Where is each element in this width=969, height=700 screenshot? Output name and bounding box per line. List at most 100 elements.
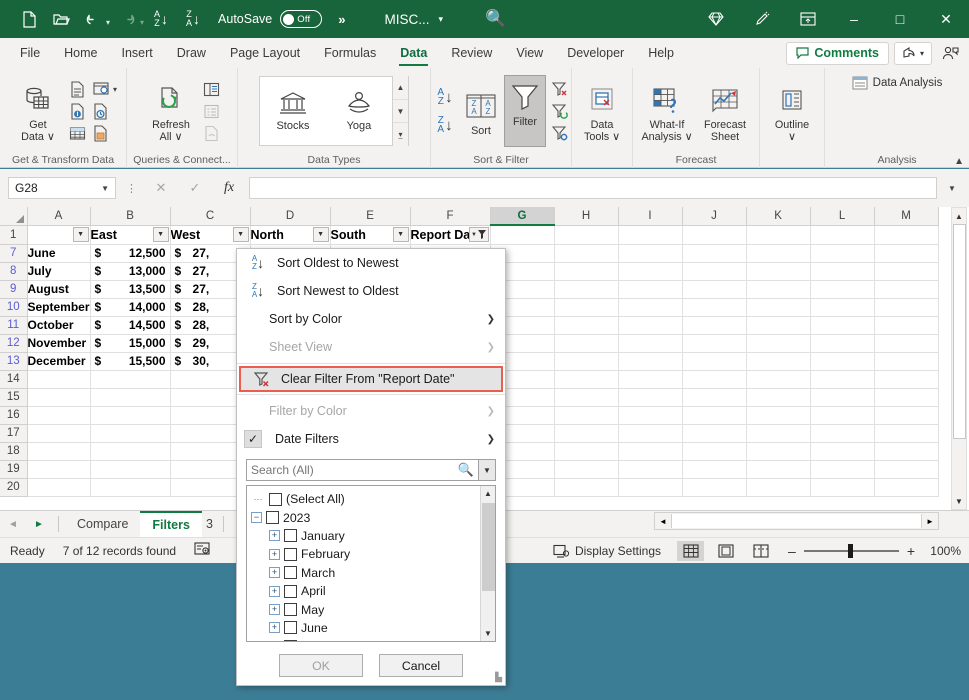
cell-m18[interactable] <box>874 442 938 460</box>
cell-k12[interactable] <box>746 334 810 352</box>
cell-j10[interactable] <box>682 298 746 316</box>
expand-formula-bar-icon[interactable]: ▼ <box>943 177 961 199</box>
cell-h17[interactable] <box>554 424 618 442</box>
tab-review[interactable]: Review <box>439 42 504 64</box>
cell-l1[interactable] <box>810 225 874 244</box>
filter-button-south[interactable]: ▼ <box>393 227 409 242</box>
search-dropdown-icon[interactable]: ▼ <box>479 459 496 481</box>
formula-input[interactable] <box>249 177 937 199</box>
tab-home[interactable]: Home <box>52 42 109 64</box>
cell-k18[interactable] <box>746 442 810 460</box>
cell-h12[interactable] <box>554 334 618 352</box>
row-header-1[interactable]: 1 <box>0 225 27 244</box>
maximize-button[interactable]: □ <box>877 0 923 38</box>
column-header-g[interactable]: G <box>490 207 554 225</box>
cell-h7[interactable] <box>554 244 618 262</box>
horizontal-scrollbar[interactable]: ◄ ► <box>654 512 939 530</box>
cell-i1[interactable] <box>618 225 682 244</box>
comments-button[interactable]: Comments <box>786 42 889 65</box>
menu-item-date-filters[interactable]: ✓ Date Filters ❯ <box>237 425 505 453</box>
cell-l9[interactable] <box>810 280 874 298</box>
zoom-in-button[interactable]: + <box>907 543 915 559</box>
row-header-9[interactable]: 9 <box>0 280 27 298</box>
cell-m12[interactable] <box>874 334 938 352</box>
cell-i9[interactable] <box>618 280 682 298</box>
cell-h19[interactable] <box>554 460 618 478</box>
cell-m16[interactable] <box>874 406 938 424</box>
from-web-icon[interactable] <box>90 79 112 100</box>
more-commands-icon[interactable]: » <box>338 12 344 27</box>
cell-l13[interactable] <box>810 352 874 370</box>
cell-j16[interactable] <box>682 406 746 424</box>
tree-item-january[interactable]: + January <box>251 527 480 545</box>
menu-item-sort-by-color[interactable]: Sort by Color ❯ <box>237 305 505 333</box>
diamond-icon[interactable] <box>693 0 739 38</box>
cell-h15[interactable] <box>554 388 618 406</box>
filter-button[interactable]: Filter <box>504 75 546 147</box>
cell-h16[interactable] <box>554 406 618 424</box>
cell-l18[interactable] <box>810 442 874 460</box>
cell-l8[interactable] <box>810 262 874 280</box>
search-input[interactable]: Search (All) 🔍 <box>246 459 479 481</box>
tab-formulas[interactable]: Formulas <box>312 42 388 64</box>
data-analysis-button[interactable]: Data Analysis <box>852 76 943 90</box>
cell-b10[interactable]: $14,000 <box>90 298 170 316</box>
insert-function-icon[interactable]: fx <box>215 177 243 199</box>
expand-expander-icon[interactable]: + <box>269 622 280 633</box>
pen-draw-icon[interactable] <box>739 0 785 38</box>
scroll-up-icon[interactable]: ▲ <box>951 208 967 224</box>
gallery-scroll-down-icon[interactable]: ▼ <box>393 100 408 124</box>
cell-m15[interactable] <box>874 388 938 406</box>
row-header-13[interactable]: 13 <box>0 352 27 370</box>
cell-k10[interactable] <box>746 298 810 316</box>
cell-a9[interactable]: August <box>27 280 90 298</box>
cell-k19[interactable] <box>746 460 810 478</box>
header-cell-report-date[interactable]: Report Da ▼ <box>410 225 490 244</box>
cell-b9[interactable]: $13,500 <box>90 280 170 298</box>
undo-dropdown-icon[interactable]: ▾ <box>106 18 110 27</box>
header-cell-north[interactable]: North ▼ <box>250 225 330 244</box>
tree-item-february[interactable]: + February <box>251 545 480 563</box>
formula-bar-drag-handle[interactable]: ⋮ <box>122 182 141 195</box>
column-header-m[interactable]: M <box>874 207 938 225</box>
sort-button[interactable]: ZAAZ Sort <box>460 85 502 137</box>
sheet-tab-compare[interactable]: Compare <box>65 511 140 537</box>
cell-b14[interactable] <box>90 370 170 388</box>
cell-a7[interactable]: June <box>27 244 90 262</box>
cell-a15[interactable] <box>27 388 90 406</box>
share-dropdown-icon[interactable]: ▾ <box>920 49 924 58</box>
cell-i20[interactable] <box>618 478 682 496</box>
new-file-icon[interactable] <box>14 5 44 33</box>
cell-m1[interactable] <box>874 225 938 244</box>
cell-j17[interactable] <box>682 424 746 442</box>
menu-item-sort-newest-oldest[interactable]: ZA↓ Sort Newest to Oldest <box>237 277 505 305</box>
cell-b13[interactable]: $15,500 <box>90 352 170 370</box>
cell-a12[interactable]: November <box>27 334 90 352</box>
cell-k13[interactable] <box>746 352 810 370</box>
cell-l11[interactable] <box>810 316 874 334</box>
tree-scrollbar[interactable]: ▲ ▼ <box>480 486 495 641</box>
cell-b7[interactable]: $12,500 <box>90 244 170 262</box>
header-cell-east[interactable]: East ▼ <box>90 225 170 244</box>
cell-h9[interactable] <box>554 280 618 298</box>
data-types-gallery-scrollbar[interactable]: ▲ ▼ ▾̲ <box>392 76 408 146</box>
vertical-scroll-thumb[interactable] <box>953 224 966 439</box>
cell-k20[interactable] <box>746 478 810 496</box>
tree-item-march[interactable]: + March <box>251 564 480 582</box>
cancel-button[interactable]: Cancel <box>379 654 463 677</box>
cell-j12[interactable] <box>682 334 746 352</box>
tab-help[interactable]: Help <box>636 42 686 64</box>
autosave-toggle[interactable]: Off <box>280 10 322 28</box>
filter-button-west[interactable]: ▼ <box>233 227 249 242</box>
expand-expander-icon[interactable]: + <box>269 604 280 615</box>
row-header-7[interactable]: 7 <box>0 244 27 262</box>
from-picture-icon[interactable] <box>90 123 112 144</box>
checkbox-unchecked-icon[interactable] <box>284 548 297 561</box>
cell-b18[interactable] <box>90 442 170 460</box>
display-settings-button[interactable]: Display Settings <box>553 544 661 559</box>
expand-expander-icon[interactable]: + <box>269 567 280 578</box>
row-header-12[interactable]: 12 <box>0 334 27 352</box>
cell-m19[interactable] <box>874 460 938 478</box>
cell-b8[interactable]: $13,000 <box>90 262 170 280</box>
cell-l16[interactable] <box>810 406 874 424</box>
